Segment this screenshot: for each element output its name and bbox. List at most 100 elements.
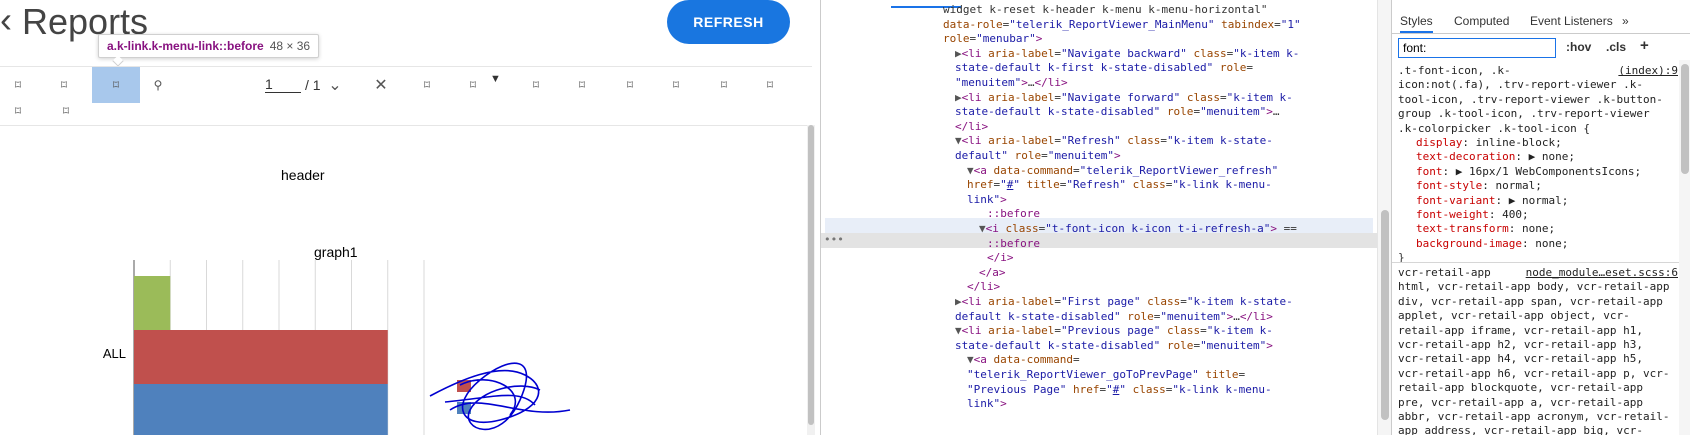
css-declaration[interactable]: background-image: none; [1398, 237, 1678, 251]
css-declaration[interactable]: font-weight: 400; [1398, 208, 1678, 222]
export-dropdown-arrow-icon[interactable]: ▼ [490, 73, 501, 85]
dom-line[interactable]: "telerik_ReportViewer_goToPrevPage" titl… [967, 368, 1245, 383]
report-scrollbar-thumb[interactable] [808, 125, 814, 425]
zoom-out-icon[interactable]: ⌑ [652, 67, 700, 103]
selector-line: group .k-tool-icon, .trv-report-viewer [1398, 107, 1650, 121]
css-property[interactable]: font [1416, 165, 1443, 178]
fullscreen-icon[interactable]: ⌑ [42, 93, 90, 129]
dom-line[interactable]: state-default k-first k-state-disabled" … [955, 61, 1253, 76]
css-value[interactable]: ▶ none; [1529, 150, 1575, 163]
dom-line[interactable]: ::before [987, 237, 1040, 252]
dom-line[interactable]: ::before [987, 207, 1040, 222]
page-number-input[interactable] [265, 76, 301, 93]
new-rule-icon[interactable]: + [1640, 37, 1649, 54]
rule2-source-link[interactable]: node_module…eset.scss:6 [1522, 266, 1678, 281]
css-value[interactable]: none; [1522, 222, 1555, 235]
print-icon[interactable]: ⌑ [403, 67, 451, 103]
dom-line[interactable]: ▶<li aria-label="Navigate backward" clas… [955, 47, 1299, 62]
send-mail-icon[interactable]: ⌑ [558, 67, 606, 103]
css-value[interactable]: normal; [1495, 179, 1541, 192]
dom-line[interactable]: ▼<i class="t-font-icon k-icon t-i-refres… [979, 222, 1297, 237]
hover-state-toggle[interactable]: :hov [1566, 40, 1591, 54]
selector-line: tool-icon, .trv-report-viewer .k-button- [1398, 92, 1663, 106]
print-preview-icon[interactable]: ⌑ [512, 67, 560, 103]
refresh-tool-icon[interactable]: ⌑ [92, 67, 140, 103]
elements-scrollbar-thumb[interactable] [1381, 210, 1389, 420]
css-property[interactable]: font-weight [1416, 208, 1489, 221]
css-value[interactable]: inline-block; [1476, 136, 1562, 149]
styles-filter-input[interactable] [1398, 38, 1556, 58]
more-tabs-icon[interactable]: » [1622, 14, 1629, 28]
dom-line[interactable]: widget k-reset k-header k-menu k-menu-ho… [943, 3, 1268, 18]
toggle-zoom-icon[interactable]: ⌑ [700, 67, 748, 103]
dom-line[interactable]: link"> [967, 397, 1007, 412]
zoom-in-icon[interactable]: ⌑ [606, 67, 654, 103]
dom-line[interactable]: </i> [987, 251, 1014, 266]
class-toggle[interactable]: .cls [1606, 40, 1626, 54]
css-declaration[interactable]: font-style: normal; [1398, 179, 1678, 193]
dom-line[interactable]: default" role="menuitem"> [955, 149, 1121, 164]
dom-line[interactable]: </li> [967, 280, 1000, 295]
chevron-down-icon[interactable]: ⌄ [311, 67, 359, 103]
css-value[interactable]: 400; [1502, 208, 1529, 221]
refresh-button[interactable]: REFRESH [667, 0, 790, 44]
search-icon[interactable]: ⚲ [134, 67, 182, 103]
css-declaration[interactable]: font: ▶ 16px/1 WebComponentsIcons; [1398, 165, 1678, 179]
tab-computed[interactable]: Computed [1454, 14, 1509, 28]
dom-line[interactable]: href="#" title="Refresh" class="k-link k… [967, 178, 1272, 193]
document-map-icon[interactable]: ⌑ [746, 67, 794, 103]
css-property[interactable]: font-style [1416, 179, 1482, 192]
report-scrollbar[interactable] [807, 125, 815, 435]
css-declaration[interactable]: font-variant: ▶ normal; [1398, 194, 1678, 208]
bar-series-1 [134, 276, 171, 330]
dom-line[interactable]: </a> [979, 266, 1006, 281]
css-property[interactable]: display [1416, 136, 1462, 149]
dom-line[interactable]: ▼<a data-command= [967, 353, 1080, 368]
legend-scribble [429, 362, 571, 431]
css-value[interactable]: ▶ 16px/1 WebComponentsIcons; [1456, 165, 1641, 178]
row-ellipsis-icon[interactable]: ••• [824, 233, 844, 248]
back-chevron-icon[interactable]: ‹ [0, 2, 12, 38]
close-icon[interactable]: ✕ [357, 67, 405, 103]
dom-line[interactable]: state-default k-state-disabled" role="me… [955, 339, 1273, 354]
tab-styles[interactable]: Styles [1400, 14, 1433, 33]
dom-line[interactable]: default k-state-disabled" role="menuitem… [955, 310, 1273, 325]
tab-event-listeners[interactable]: Event Listeners [1530, 14, 1613, 28]
rule-source-link[interactable]: (index):9 [1615, 64, 1678, 79]
css-rule-font-icon: (index):9 .t-font-icon, .k-icon:not(.fa)… [1398, 64, 1678, 266]
css-value[interactable]: none; [1535, 237, 1568, 250]
css-declaration[interactable]: text-transform: none; [1398, 222, 1678, 236]
devtools-panel: widget k-reset k-header k-menu k-menu-ho… [820, 0, 1690, 435]
dom-line[interactable]: ▶<li aria-label="Navigate forward" class… [955, 91, 1293, 106]
bar-chart: ALL [103, 260, 571, 435]
dom-line[interactable]: </li> [955, 120, 988, 135]
dom-line[interactable]: "Previous Page" href="#" class="k-link k… [967, 383, 1272, 398]
css-property[interactable]: font-variant [1416, 194, 1495, 207]
selector-line: app address, vcr-retail-app big, vcr- [1398, 424, 1644, 435]
rule-divider [1392, 262, 1690, 263]
dom-line[interactable]: state-default k-state-disabled" role="me… [955, 105, 1280, 120]
dom-line[interactable]: data-role="telerik_ReportViewer_MainMenu… [943, 18, 1301, 33]
elements-scrollbar[interactable] [1377, 0, 1391, 435]
dom-line[interactable]: link"> [967, 193, 1007, 208]
css-property[interactable]: text-transform [1416, 222, 1509, 235]
styles-scrollbar-thumb[interactable] [1681, 64, 1689, 174]
css-declaration[interactable]: text-decoration: ▶ none; [1398, 150, 1678, 164]
styles-scrollbar[interactable] [1679, 60, 1690, 435]
css-property[interactable]: text-decoration [1416, 150, 1515, 163]
parameters-icon[interactable]: ⌑ [0, 93, 42, 129]
css-property[interactable]: background-image [1416, 237, 1522, 250]
dom-line[interactable]: ▼<li aria-label="Previous page" class="k… [955, 324, 1273, 339]
selector-line: vcr-retail-app h2, vcr-retail-app h3, [1398, 338, 1644, 352]
css-declaration[interactable]: display: inline-block; [1398, 136, 1678, 150]
dom-line[interactable]: ▶<li aria-label="First page" class="k-it… [955, 295, 1293, 310]
selector-line: vcr-retail-app h4, vcr-retail-app h5, [1398, 352, 1644, 366]
rule-declarations[interactable]: display: inline-block; text-decoration: ▶… [1398, 136, 1678, 251]
chart-category-labels: ALL [103, 346, 126, 361]
dom-line[interactable]: ▼<li aria-label="Refresh" class="k-item … [955, 134, 1273, 149]
css-value[interactable]: ▶ normal; [1509, 194, 1569, 207]
dom-line[interactable]: role="menubar"> [943, 32, 1042, 47]
dom-line[interactable]: ▼<a data-command="telerik_ReportViewer_r… [967, 164, 1278, 179]
dom-line[interactable]: "menuitem">…</li> [955, 76, 1068, 91]
devtools-inspect-tooltip: a.k-link.k-menu-link::before 48 × 36 [98, 34, 320, 58]
